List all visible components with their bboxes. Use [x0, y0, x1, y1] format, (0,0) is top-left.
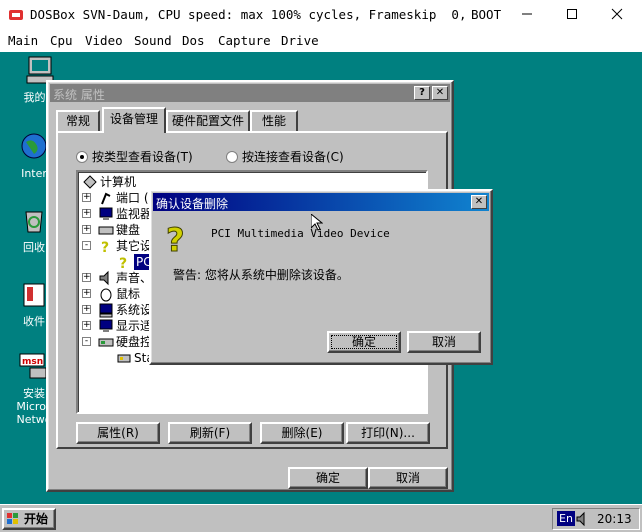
svg-text:?: ? [101, 240, 109, 254]
host-menubar: Main Cpu Video Sound Dos Capture Drive [0, 30, 642, 52]
warning-text: 警告: 您将从系统中删除该设备。 [173, 268, 349, 282]
cancel-button[interactable]: 取消 [368, 467, 448, 489]
svg-text:?: ? [119, 256, 127, 270]
question-mark-icon: ? [119, 256, 127, 270]
confirm-ok-button[interactable]: 确定 [327, 331, 401, 353]
minimize-button[interactable] [512, 5, 542, 25]
host-program-name: BOOT [471, 7, 502, 22]
system-tray: En 20:13 [552, 508, 640, 530]
svg-text:msn: msn [22, 357, 43, 367]
question-mark-icon: ? [101, 240, 109, 254]
expand-icon[interactable]: + [82, 321, 91, 330]
menu-drive[interactable]: Drive [281, 33, 319, 48]
menu-dos[interactable]: Dos [182, 33, 205, 48]
ok-button[interactable]: 确定 [288, 467, 368, 489]
disk-controller-icon [98, 338, 114, 347]
question-mark-icon: ? [166, 221, 186, 255]
ime-indicator[interactable]: En [557, 511, 575, 526]
system-device-icon [99, 303, 113, 318]
controller-icon [117, 354, 131, 363]
windows-logo-icon [7, 513, 18, 524]
properties-button[interactable]: 属性(R) [76, 422, 160, 444]
confirm-cancel-button[interactable]: 取消 [407, 331, 481, 353]
tab-hardware-profiles[interactable]: 硬件配置文件 [166, 110, 250, 132]
window-close-button[interactable]: ✕ [432, 86, 448, 100]
confirm-dialog-titlebar[interactable]: 确认设备删除 ✕ [153, 193, 489, 211]
expand-icon[interactable]: + [82, 193, 91, 202]
system-properties-titlebar[interactable]: 系统 属性 ? ✕ [50, 84, 450, 102]
menu-capture[interactable]: Capture [218, 33, 271, 48]
svg-text:?: ? [166, 221, 185, 255]
collapse-icon[interactable]: - [82, 337, 91, 346]
maximize-button[interactable] [557, 5, 587, 25]
collapse-icon[interactable]: - [82, 241, 91, 250]
maximize-icon [567, 9, 577, 19]
close-icon: ✕ [474, 196, 484, 207]
tab-device-manager[interactable]: 设备管理 [102, 107, 166, 133]
close-icon: ✕ [435, 87, 445, 98]
expand-icon[interactable]: + [82, 273, 91, 282]
minimize-icon [522, 13, 532, 15]
confirm-close-button[interactable]: ✕ [471, 195, 487, 209]
menu-video[interactable]: Video [85, 33, 123, 48]
tab-performance[interactable]: 性能 [250, 110, 298, 132]
remove-button[interactable]: 删除(E) [260, 422, 344, 444]
radio-selected-icon [76, 151, 88, 163]
expand-icon[interactable]: + [82, 225, 91, 234]
device-name: PCI Multimedia Video Device [211, 227, 390, 240]
refresh-button[interactable]: 刷新(F) [168, 422, 252, 444]
tab-general[interactable]: 常规 [56, 110, 100, 132]
mouse-pointer-icon [311, 214, 323, 231]
radio-view-by-connection[interactable]: 按连接查看设备(C) [226, 148, 344, 165]
menu-sound[interactable]: Sound [134, 33, 172, 48]
speaker-icon [99, 270, 109, 286]
display-adapter-icon [99, 319, 113, 332]
help-button[interactable]: ? [414, 86, 430, 100]
menu-cpu[interactable]: Cpu [50, 33, 73, 48]
clock: 20:13 [597, 512, 632, 526]
help-icon: ? [419, 87, 425, 98]
expand-icon[interactable]: + [82, 209, 91, 218]
dosbox-icon [9, 10, 23, 20]
window-title: 系统 属性 [53, 88, 105, 102]
host-titlebar: DOSBox SVN-Daum, CPU speed: max 100% cyc… [0, 0, 642, 30]
close-button[interactable] [602, 5, 632, 25]
expand-icon[interactable]: + [82, 289, 91, 298]
close-icon [611, 8, 623, 20]
port-icon [101, 192, 111, 205]
menu-main[interactable]: Main [8, 33, 38, 48]
confirm-dialog-title: 确认设备删除 [156, 197, 229, 211]
computer-icon [83, 175, 97, 189]
keyboard-icon [98, 226, 114, 235]
expand-icon[interactable]: + [82, 305, 91, 314]
radio-empty-icon [226, 151, 238, 163]
host-window-title: DOSBox SVN-Daum, CPU speed: max 100% cyc… [30, 7, 467, 22]
start-button[interactable]: 开始 [2, 508, 56, 530]
print-button[interactable]: 打印(N)... [346, 422, 430, 444]
mouse-icon [100, 288, 112, 302]
taskbar: 开始 En 20:13 [0, 504, 642, 532]
volume-icon[interactable] [575, 511, 589, 527]
monitor-icon [99, 207, 113, 220]
radio-view-by-type[interactable]: 按类型查看设备(T) [76, 148, 193, 165]
